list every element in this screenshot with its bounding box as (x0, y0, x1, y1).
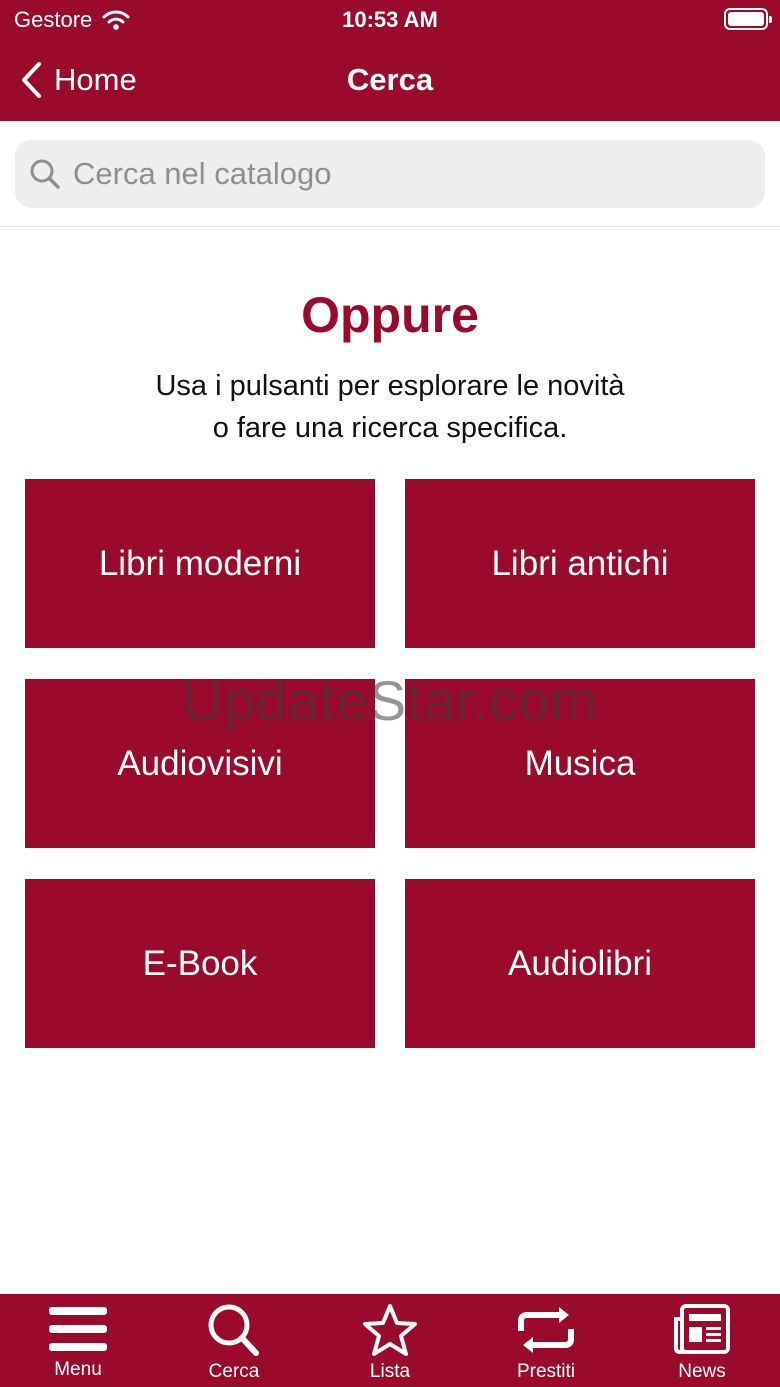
category-button-label: Audiovisivi (117, 743, 283, 783)
category-button-label: Libri antichi (491, 543, 669, 583)
tab-label: Lista (369, 1361, 411, 1382)
category-button-musica[interactable]: Musica (405, 679, 755, 848)
intro-text-line-1: Usa i pulsanti per esplorare le novità (155, 370, 625, 402)
category-button-audiolibri[interactable]: Audiolibri (405, 879, 755, 1048)
tab-prestiti[interactable]: Prestiti (468, 1294, 624, 1387)
category-button-libri-moderni[interactable]: Libri moderni (25, 479, 375, 648)
search-area (0, 121, 780, 227)
category-button-label: Musica (524, 743, 636, 783)
category-button-audiovisivi[interactable]: Audiovisivi (25, 679, 375, 848)
category-button-label: E-Book (142, 943, 258, 983)
tab-label: News (678, 1361, 726, 1382)
search-field[interactable] (15, 140, 765, 208)
status-bar: Gestore 10:53 AM (0, 0, 780, 40)
tab-menu[interactable]: Menu (0, 1294, 156, 1387)
star-icon (363, 1304, 417, 1356)
category-button-label: Audiolibri (508, 943, 652, 983)
status-time: 10:53 AM (342, 7, 438, 32)
tab-news[interactable]: News (624, 1294, 780, 1387)
search-icon (208, 1304, 259, 1356)
section-heading: Oppure (301, 287, 479, 343)
tab-label: Cerca (208, 1361, 260, 1382)
newspaper-icon (674, 1304, 730, 1354)
search-icon (30, 159, 60, 189)
intro-text-line-2: o fare una ricerca specifica. (212, 412, 568, 444)
category-button-libri-antichi[interactable]: Libri antichi (405, 479, 755, 648)
tab-cerca[interactable]: Cerca (156, 1294, 312, 1387)
tab-label: Menu (54, 1359, 102, 1380)
menu-icon (49, 1307, 107, 1351)
tab-bar: Menu Cerca Lista Prestiti News (0, 1294, 780, 1387)
search-input[interactable] (73, 156, 723, 192)
page-title: Cerca (346, 62, 434, 97)
repeat-icon (518, 1307, 574, 1353)
tab-lista[interactable]: Lista (312, 1294, 468, 1387)
category-button-label: Libri moderni (98, 543, 302, 583)
navigation-bar: Home Cerca (0, 40, 780, 121)
battery-icon (724, 8, 772, 30)
intro-text: Usa i pulsanti per esplorare le novità o… (0, 365, 780, 449)
category-button-ebook[interactable]: E-Book (25, 879, 375, 1048)
tab-label: Prestiti (516, 1361, 576, 1382)
